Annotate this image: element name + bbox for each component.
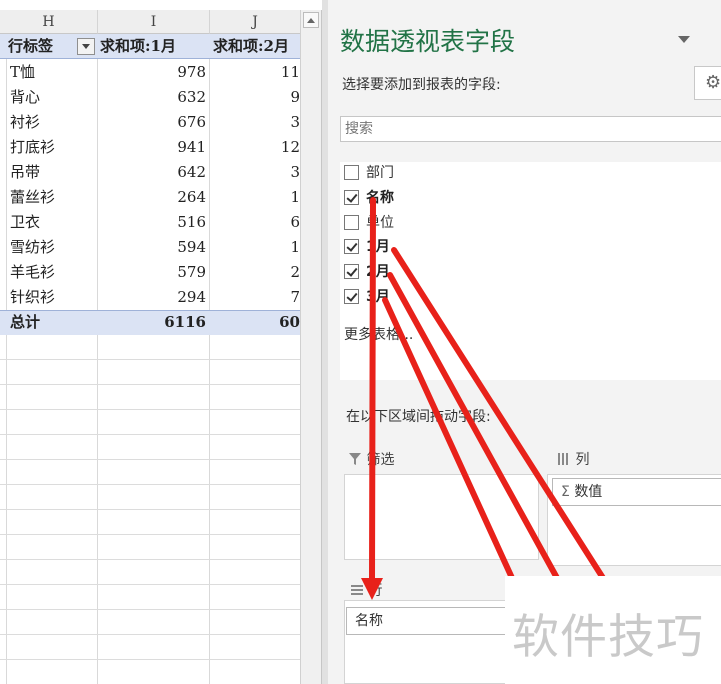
jan-value[interactable]: 941 (100, 135, 206, 160)
pane-options-dropdown-icon[interactable] (678, 36, 690, 43)
jan-value[interactable]: 264 (100, 185, 206, 210)
feb-value[interactable]: 2 (212, 260, 300, 285)
feb-value[interactable]: 7 (212, 285, 300, 310)
row-label-filter-dropdown[interactable] (77, 38, 95, 55)
row-label[interactable]: T恤 (10, 60, 95, 85)
filters-label: 筛选 (366, 452, 395, 468)
rows-area-header: 行 (350, 580, 382, 600)
checkbox-icon[interactable] (344, 165, 359, 180)
column-header-h[interactable]: H (0, 10, 98, 34)
field-item-feb[interactable]: 2月 (344, 262, 544, 282)
row-label[interactable]: 打底衫 (10, 135, 95, 160)
row-label[interactable]: 衬衫 (10, 110, 95, 135)
rows-label: 行 (368, 583, 383, 599)
row-label[interactable]: 羊毛衫 (10, 260, 95, 285)
field-label: 1月 (366, 239, 390, 255)
gridline (0, 609, 300, 610)
checkbox-icon[interactable] (344, 289, 359, 304)
gridline (0, 659, 300, 660)
row-labels-header[interactable]: 行标签 (8, 34, 78, 59)
gridline (0, 534, 300, 535)
field-item-department[interactable]: 部门 (344, 163, 544, 183)
jan-value[interactable]: 594 (100, 235, 206, 260)
gridline (0, 359, 300, 360)
feb-value[interactable]: 6 (212, 210, 300, 235)
checkbox-icon[interactable] (344, 215, 359, 230)
columns-area-header: 列 (557, 449, 589, 469)
field-label: 部门 (366, 165, 394, 181)
gridline (0, 584, 300, 585)
gridline (0, 559, 300, 560)
columns-label: 列 (575, 452, 590, 468)
gridline (0, 484, 300, 485)
choose-fields-label: 选择要添加到报表的字段: (342, 77, 501, 93)
gridline (0, 509, 300, 510)
gear-icon: ⚙ (705, 72, 721, 93)
field-search-input[interactable] (340, 116, 721, 142)
field-label: 名称 (366, 190, 394, 206)
field-label: 3月 (366, 289, 390, 305)
field-label: 2月 (366, 264, 390, 280)
feb-value[interactable]: 12 (212, 135, 300, 160)
row-label[interactable]: 吊带 (10, 160, 95, 185)
grand-total-label[interactable]: 总计 (10, 310, 95, 335)
jan-value[interactable]: 579 (100, 260, 206, 285)
pane-title: 数据透视表字段 (340, 27, 516, 56)
watermark-text: 软件技巧 (512, 610, 704, 665)
values-chip-label: 数值 (574, 484, 603, 500)
column-header-j[interactable]: J (210, 10, 300, 34)
row-label[interactable]: 雪纺衫 (10, 235, 95, 260)
feb-value[interactable]: 1 (212, 185, 300, 210)
jan-value[interactable]: 642 (100, 160, 206, 185)
columns-field-values[interactable]: Σ 数值 (552, 478, 721, 506)
gridline (0, 384, 300, 385)
filters-drop-area[interactable] (344, 474, 539, 560)
grand-total-jan[interactable]: 6116 (100, 310, 206, 335)
scroll-up-icon[interactable] (303, 12, 319, 28)
checkbox-icon[interactable] (344, 190, 359, 205)
columns-icon (558, 453, 568, 465)
gridline (0, 459, 300, 460)
field-item-jan[interactable]: 1月 (344, 237, 544, 257)
field-item-name[interactable]: 名称 (344, 188, 544, 208)
feb-value[interactable]: 3 (212, 160, 300, 185)
filters-area-header: 筛选 (348, 449, 394, 469)
field-item-mar[interactable]: 3月 (344, 287, 544, 307)
gridline (0, 434, 300, 435)
checkbox-icon[interactable] (344, 264, 359, 279)
jan-value[interactable]: 676 (100, 110, 206, 135)
checkbox-icon[interactable] (344, 239, 359, 254)
feb-value[interactable]: 1 (212, 235, 300, 260)
feb-value[interactable]: 3 (212, 110, 300, 135)
sum-feb-header[interactable]: 求和项:2月 (213, 34, 300, 59)
jan-value[interactable]: 978 (100, 60, 206, 85)
row-label[interactable]: 蕾丝衫 (10, 185, 95, 210)
field-label: 单位 (366, 215, 394, 231)
column-header-i[interactable]: I (98, 10, 210, 34)
feb-value[interactable]: 11 (212, 60, 300, 85)
vertical-scrollbar[interactable] (300, 10, 322, 684)
gridline (0, 409, 300, 410)
field-list: 部门 名称 单位 1月 2月 3月 更多表格... (340, 162, 721, 380)
gridline (0, 634, 300, 635)
feb-value[interactable]: 9 (212, 85, 300, 110)
sum-jan-header[interactable]: 求和项:1月 (100, 34, 208, 59)
jan-value[interactable]: 516 (100, 210, 206, 235)
jan-value[interactable]: 294 (100, 285, 206, 310)
excel-window: H I J 行标签 求和项:1月 求和项:2月 T恤 978 11 背心 632… (0, 0, 721, 684)
jan-value[interactable]: 632 (100, 85, 206, 110)
spreadsheet-grid[interactable]: H I J 行标签 求和项:1月 求和项:2月 T恤 978 11 背心 632… (0, 0, 300, 684)
sigma-icon: Σ (561, 484, 570, 500)
rows-icon (351, 585, 363, 595)
row-label[interactable]: 背心 (10, 85, 95, 110)
grand-total-feb[interactable]: 60 (212, 310, 300, 335)
filter-icon (349, 453, 361, 465)
drag-fields-hint: 在以下区域间拖动字段: (346, 409, 491, 425)
tools-button[interactable]: ⚙ (694, 66, 721, 100)
row-label[interactable]: 针织衫 (10, 285, 95, 310)
more-tables-link[interactable]: 更多表格... (344, 324, 413, 344)
field-item-unit[interactable]: 单位 (344, 213, 544, 233)
row-label[interactable]: 卫衣 (10, 210, 95, 235)
